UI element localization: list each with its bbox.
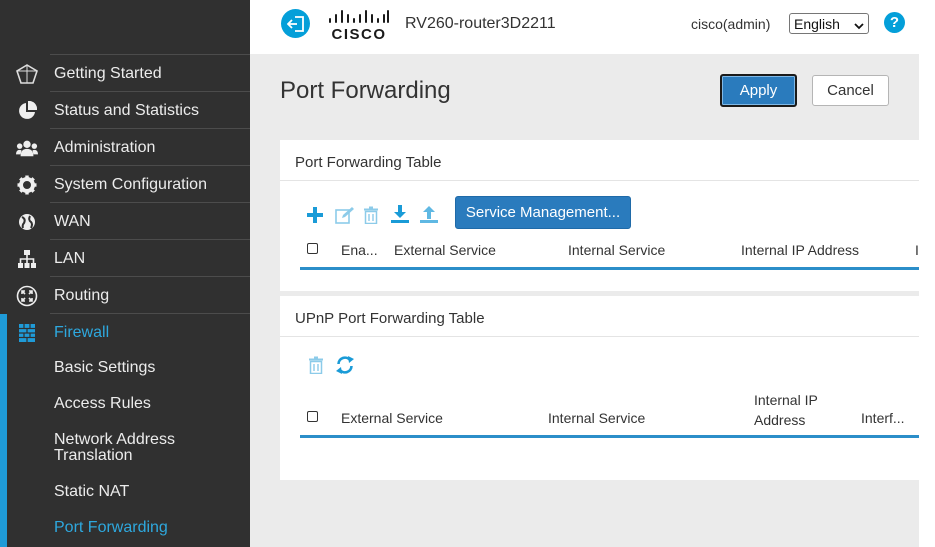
sidebar-item-label: System Configuration [54,175,207,193]
delete-icon[interactable] [306,355,326,375]
download-icon[interactable] [390,204,410,224]
logout-icon[interactable] [281,9,310,38]
language-select[interactable]: English [789,13,869,34]
routing-icon [16,285,38,307]
upnp-table-title: UPnP Port Forwarding Table [295,310,485,327]
firewall-icon [16,323,38,343]
language-value: English [794,15,840,32]
sidebar-subitem-port-forwarding[interactable]: Port Forwarding [54,520,168,536]
column-header-internal-ip[interactable]: Internal IP Address [741,242,859,258]
right-edge-panel [919,0,935,547]
table-header-underline [300,435,920,438]
column-header-internal-service[interactable]: Internal Service [568,242,665,258]
select-all-checkbox[interactable] [307,243,318,254]
column-header-internal-ip[interactable]: Internal IP Address [754,390,834,430]
sidebar-subitem-static-nat[interactable]: Static NAT [54,484,129,500]
sidebar-item-label: LAN [54,249,86,267]
device-name: RV260-router3D2211 [405,15,556,32]
column-header-enable[interactable]: Ena... [341,242,378,258]
table-header-underline [300,267,920,270]
port-forwarding-table-title: Port Forwarding Table [295,154,442,171]
apply-button[interactable]: Apply [720,74,797,107]
upnp-port-forwarding-panel: UPnP Port Forwarding Table External Serv… [280,296,920,480]
refresh-icon[interactable] [335,355,355,375]
upload-icon[interactable] [419,204,439,224]
sidebar-item-label: Getting Started [54,64,162,82]
sidebar-item-label: Firewall [54,323,110,341]
help-icon[interactable]: ? [884,12,905,33]
delete-icon[interactable] [361,205,381,225]
divider [280,180,920,181]
page-title: Port Forwarding [280,77,451,104]
network-icon [16,249,38,269]
sidebar-item-label: Status and Statistics [54,101,199,119]
sidebar-item-firewall[interactable]: Firewall [0,313,250,351]
sidebar-item-label: WAN [54,212,91,230]
cisco-logo-text: CISCO [331,26,386,41]
divider [280,336,920,337]
sidebar-item-status[interactable]: Status and Statistics [0,91,250,129]
getting-started-icon [16,64,38,84]
sidebar-item-getting-started[interactable]: Getting Started [0,54,250,92]
column-header-external-service[interactable]: External Service [341,410,443,426]
sidebar-item-label: Routing [54,286,110,304]
service-management-button[interactable]: Service Management... [455,196,631,229]
users-icon [16,138,38,158]
sidebar-item-system-configuration[interactable]: System Configuration [0,165,250,203]
sidebar-subitem-nat[interactable]: Network Address Translation [54,432,204,464]
port-forwarding-panel: Port Forwarding Table Service Management… [280,140,920,291]
globe-icon [16,212,38,232]
user-label: cisco(admin) [691,16,771,32]
column-header-internal-service[interactable]: Internal Service [548,410,645,426]
gear-icon [16,175,38,195]
sidebar-item-wan[interactable]: WAN [0,202,250,240]
column-header-external-service[interactable]: External Service [394,242,496,258]
sidebar-subitem-basic-settings[interactable]: Basic Settings [54,360,155,376]
sidebar-item-administration[interactable]: Administration [0,128,250,166]
sidebar-subitem-access-rules[interactable]: Access Rules [54,396,151,412]
sidebar-item-lan[interactable]: LAN [0,239,250,277]
column-header-interface[interactable]: Interf... [861,410,905,426]
pie-chart-icon [16,101,38,121]
cancel-button[interactable]: Cancel [812,75,889,106]
cisco-logo: CISCO [328,9,390,43]
edit-icon[interactable] [335,205,355,225]
sidebar: Getting Started Status and Statistics Ad… [0,0,250,547]
sidebar-item-label: Administration [54,138,156,156]
select-all-checkbox[interactable] [307,411,318,422]
add-icon[interactable] [305,205,325,225]
sidebar-item-routing[interactable]: Routing [0,276,250,314]
chevron-down-icon [854,18,864,34]
